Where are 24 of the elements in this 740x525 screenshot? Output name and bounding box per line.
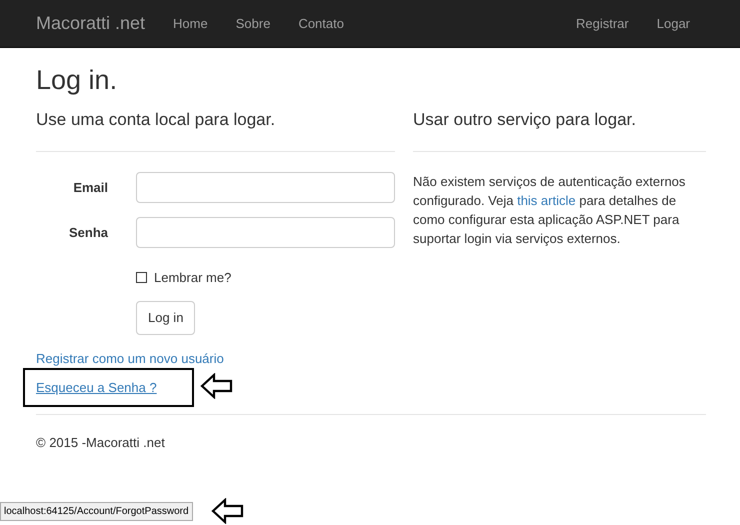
section-heading: Use uma conta local para logar. <box>36 110 276 131</box>
nav-link[interactable]: Sobre <box>222 14 284 34</box>
input-field[interactable] <box>136 172 395 203</box>
article-link[interactable]: this article <box>517 192 576 208</box>
login-button[interactable]: Log in <box>136 301 196 335</box>
arrow-icon <box>210 498 244 524</box>
link[interactable]: Registrar como um novo usuário <box>36 348 224 368</box>
input-field[interactable] <box>136 216 395 248</box>
checkbox[interactable] <box>136 272 147 284</box>
brand-link[interactable]: Macoratti .net <box>36 10 146 37</box>
arrow-icon <box>200 373 233 400</box>
nav-link[interactable]: Registrar <box>562 14 643 34</box>
checkbox-label[interactable]: Lembrar me? <box>154 268 232 288</box>
link[interactable]: Esqueceu a Senha ? <box>36 378 157 398</box>
description-text: Não existem serviços de autenticação externos configurado. Veja this article para detalhes de como configurar esta aplicação ASP.NET para suportar login via serviços externos. <box>413 172 686 248</box>
nav-link[interactable]: Logar <box>642 14 704 34</box>
status-url: localhost:64125/Account/ForgotPassword <box>0 502 193 521</box>
page-title: Log in. <box>36 64 118 96</box>
nav-link[interactable]: Contato <box>284 14 358 34</box>
field-label: Senha <box>68 224 108 242</box>
section-heading: Usar outro serviço para logar. <box>413 110 637 131</box>
footer-text: © 2015 -Macoratti .net <box>36 434 166 452</box>
field-label: Email <box>72 178 108 197</box>
nav-link[interactable]: Home <box>159 14 222 34</box>
